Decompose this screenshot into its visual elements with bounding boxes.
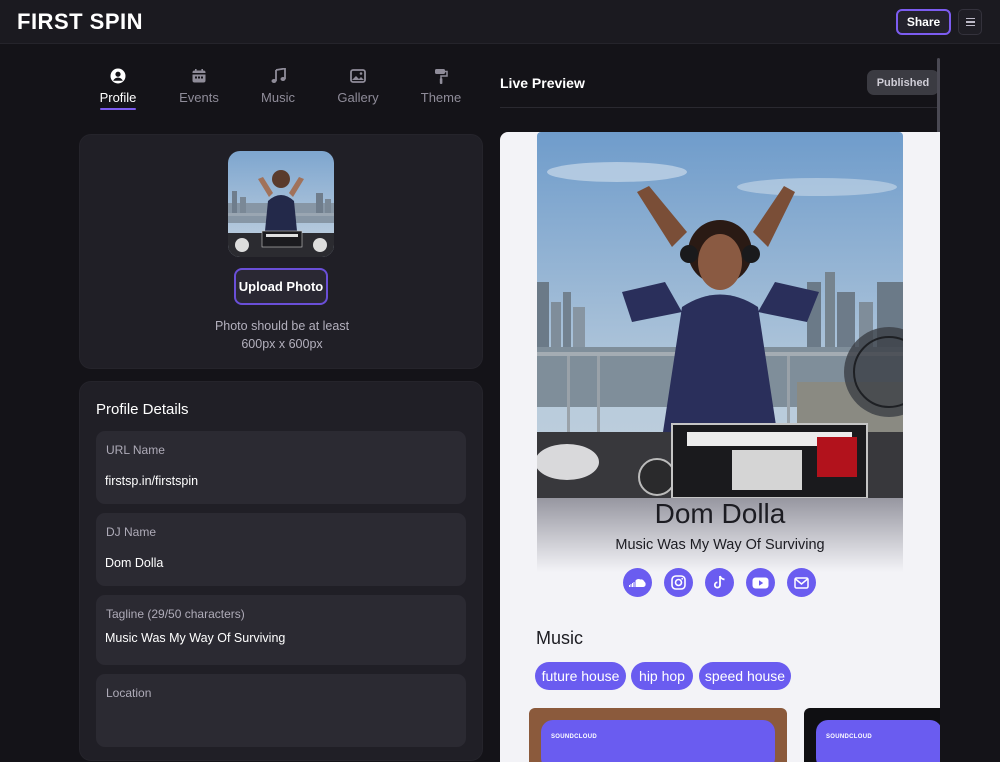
tab-label: Gallery: [337, 90, 379, 105]
image-icon: [349, 67, 367, 85]
live-preview-panel: Dom Dolla Music Was My Way Of Surviving …: [500, 132, 940, 762]
field-value[interactable]: Music Was My Way Of Surviving: [105, 631, 285, 645]
field-label: URL Name: [106, 443, 165, 457]
field-value[interactable]: Dom Dolla: [105, 556, 163, 570]
hamburger-menu-button[interactable]: [958, 9, 982, 35]
user-circle-icon: [109, 67, 127, 85]
genre-chip[interactable]: hip hop: [631, 662, 693, 690]
music-section-heading: Music: [536, 628, 584, 648]
photo-hint-line: 600px x 600px: [241, 337, 323, 351]
preview-tagline: Music Was My Way Of Surviving: [615, 537, 825, 553]
soundcloud-label: SOUNDCLOUD: [551, 734, 597, 740]
tab-theme[interactable]: Theme: [401, 58, 481, 114]
field-label: DJ Name: [106, 525, 157, 539]
field-label: Location: [106, 686, 152, 700]
editor-tabs: Profile Events Music Gallery Theme: [80, 58, 482, 114]
genre-chip[interactable]: future house: [535, 662, 626, 690]
url-name-field[interactable]: URL Name firstsp.in/firstspin: [96, 431, 466, 504]
soundcloud-player[interactable]: SOUNDCLOUD: [816, 720, 940, 762]
tab-label: Profile: [99, 90, 137, 105]
social-links: [623, 568, 819, 598]
live-preview-header: Live Preview Published: [500, 58, 940, 108]
tab-music[interactable]: Music: [238, 58, 318, 114]
tab-profile[interactable]: Profile: [78, 58, 158, 114]
soundcloud-icon[interactable]: [623, 568, 652, 597]
soundcloud-player[interactable]: SOUNDCLOUD: [541, 720, 775, 762]
dj-name-field[interactable]: DJ Name Dom Dolla: [96, 513, 466, 586]
menu-line: [965, 17, 975, 20]
brand-logo[interactable]: FIRST SPIN: [17, 9, 143, 35]
profile-photo-card: Upload Photo Photo should be at least 60…: [79, 134, 483, 369]
paint-roller-icon: [432, 67, 450, 85]
menu-line: [965, 21, 975, 23]
tab-gallery[interactable]: Gallery: [318, 58, 398, 114]
soundcloud-embed[interactable]: SOUNDCLOUD: [804, 708, 940, 762]
genre-chip[interactable]: speed house: [699, 662, 791, 690]
photo-hint-line: Photo should be at least: [214, 319, 350, 333]
instagram-icon[interactable]: [664, 568, 693, 597]
live-preview-title: Live Preview: [500, 75, 585, 91]
published-status-badge[interactable]: Published: [867, 70, 939, 95]
field-value[interactable]: firstsp.in/firstspin: [105, 474, 198, 488]
preview-dj-name: Dom Dolla: [654, 498, 786, 529]
tab-events[interactable]: Events: [159, 58, 239, 114]
field-label: Tagline (29/50 characters): [106, 607, 245, 621]
section-title: Profile Details: [96, 401, 189, 418]
music-notes-icon: [269, 67, 287, 85]
tab-label: Theme: [420, 90, 462, 105]
active-tab-indicator: [100, 108, 136, 110]
tab-label: Music: [261, 90, 295, 105]
soundcloud-label: SOUNDCLOUD: [826, 734, 872, 740]
profile-avatar[interactable]: [228, 151, 334, 257]
location-field[interactable]: Location: [96, 674, 466, 747]
profile-details-card: Profile Details URL Name firstsp.in/firs…: [79, 381, 483, 761]
tab-label: Events: [179, 90, 219, 105]
calendar-icon: [190, 67, 208, 85]
tiktok-icon[interactable]: [705, 568, 734, 597]
menu-line: [965, 24, 975, 27]
soundcloud-embed[interactable]: SOUNDCLOUD: [529, 708, 787, 762]
youtube-icon[interactable]: [746, 568, 775, 597]
email-icon[interactable]: [787, 568, 816, 597]
photo-size-hint: Photo should be at least 600px x 600px: [80, 317, 484, 353]
tagline-field[interactable]: Tagline (29/50 characters) Music Was My …: [96, 595, 466, 665]
share-button[interactable]: Share: [896, 9, 951, 35]
upload-photo-button[interactable]: Upload Photo: [234, 268, 328, 305]
top-bar: FIRST SPIN Share: [0, 0, 1000, 44]
